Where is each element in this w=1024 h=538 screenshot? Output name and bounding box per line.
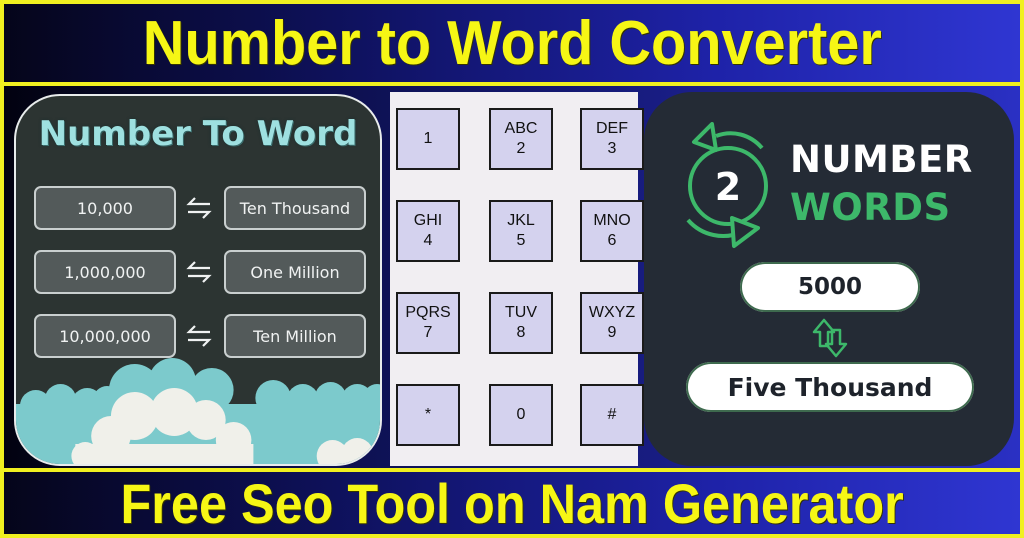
key-digit: 2 [516, 140, 526, 157]
key-letters: TUV [505, 304, 537, 321]
circular-arrows-icon: 2 [684, 120, 784, 254]
card-title: Number To Word [38, 114, 358, 154]
phone-keypad: 1 ABC 2 DEF 3 GHI 4 JKL 5 MNO 6 PQRS 7 TUV 8 WX… [390, 92, 644, 466]
number-field[interactable]: 10,000,000 [34, 314, 176, 358]
key-6[interactable]: MNO 6 [580, 200, 644, 262]
content-area: Number To Word 10,000 Ten Thousand 1,000… [4, 86, 1020, 468]
left-right-arrows-icon [176, 261, 222, 283]
number-input[interactable]: 5000 [740, 262, 920, 312]
number-words-card: 2 NUMBER WORDS 5000 Five Thousand [644, 92, 1014, 466]
key-1[interactable]: 1 [396, 108, 460, 170]
key-letters: GHI [413, 212, 443, 229]
header-banner: Number to Word Converter [4, 4, 1020, 82]
word-output[interactable]: Five Thousand [686, 362, 974, 412]
key-7[interactable]: PQRS 7 [396, 292, 460, 354]
key-3[interactable]: DEF 3 [580, 108, 644, 170]
conversion-row: 10,000,000 Ten Million [34, 314, 366, 358]
key-digit: 1 [423, 130, 433, 147]
key-letters: JKL [507, 212, 535, 229]
key-8[interactable]: TUV 8 [489, 292, 553, 354]
key-star[interactable]: * [396, 384, 460, 446]
key-digit: 9 [607, 324, 617, 341]
key-letters: PQRS [405, 304, 451, 321]
left-right-arrows-icon [176, 197, 222, 219]
word-field[interactable]: One Million [224, 250, 366, 294]
word-field[interactable]: Ten Thousand [224, 186, 366, 230]
conversion-row: 10,000 Ten Thousand [34, 186, 366, 230]
key-digit: 3 [607, 140, 617, 157]
key-digit: # [607, 406, 617, 423]
key-digit: 8 [516, 324, 526, 341]
key-digit: 4 [423, 232, 433, 249]
footer-banner: Free Seo Tool on Nam Generator [4, 472, 1020, 534]
key-digit: 0 [516, 406, 526, 423]
key-hash[interactable]: # [580, 384, 644, 446]
number-field[interactable]: 1,000,000 [34, 250, 176, 294]
key-letters: MNO [593, 212, 631, 229]
word-field[interactable]: Ten Million [224, 314, 366, 358]
key-letters: ABC [504, 120, 538, 137]
number-to-word-card: Number To Word 10,000 Ten Thousand 1,000… [14, 94, 382, 466]
key-0[interactable]: 0 [489, 384, 553, 446]
footer-title: Free Seo Tool on Nam Generator [120, 472, 904, 534]
logo-digit: 2 [715, 165, 741, 209]
key-digit: 7 [423, 324, 433, 341]
number-field[interactable]: 10,000 [34, 186, 176, 230]
left-right-arrows-icon [176, 325, 222, 347]
frame: Number to Word Converter Number To Word … [0, 0, 1024, 538]
key-digit: 6 [607, 232, 617, 249]
key-letters: WXYZ [588, 304, 636, 321]
key-digit: 5 [516, 232, 526, 249]
clouds-decoration [16, 358, 380, 464]
key-9[interactable]: WXYZ 9 [580, 292, 644, 354]
brand-line-words: WORDS [790, 186, 951, 229]
key-4[interactable]: GHI 4 [396, 200, 460, 262]
brand-line-number: NUMBER [790, 138, 973, 181]
header-title: Number to Word Converter [142, 8, 882, 78]
key-2[interactable]: ABC 2 [489, 108, 553, 170]
key-digit: * [424, 406, 432, 423]
key-letters: DEF [596, 120, 628, 137]
up-down-arrows-icon[interactable] [810, 316, 850, 364]
conversion-row: 1,000,000 One Million [34, 250, 366, 294]
key-5[interactable]: JKL 5 [489, 200, 553, 262]
